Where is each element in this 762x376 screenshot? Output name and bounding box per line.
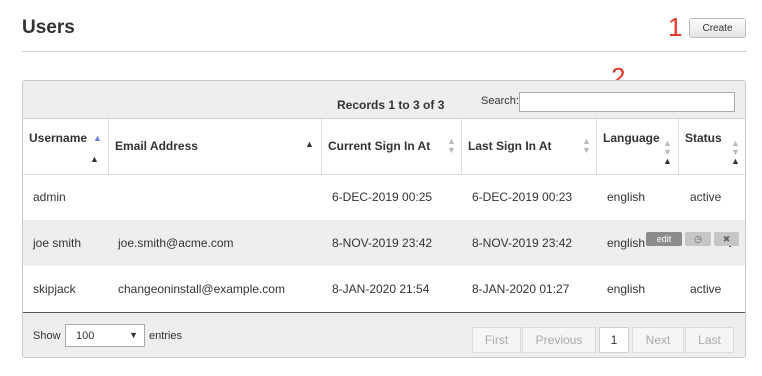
column-label: Email Address [115,139,198,153]
sort-asc-icon: ▲ [731,156,740,166]
entries-select[interactable]: 100 ▼ [65,324,145,347]
cell-username: admin [33,190,66,204]
cell-status: active [690,282,722,296]
entries-value: 100 [76,330,95,342]
sort-asc-icon: ▲ [663,156,672,166]
entries-label: entries [149,330,183,342]
column-header-username[interactable]: Username ▲ ▲ [23,119,109,174]
pagination-last[interactable]: Last [685,327,734,353]
close-icon[interactable]: ✖ [714,232,739,246]
annotation-1: 1 [668,12,683,42]
cell-language: english [607,190,646,204]
table-header: Username ▲ ▲ Email Address ▲ Current Sig… [23,119,745,175]
pagination-first[interactable]: First [472,327,521,353]
users-table-panel: Records 1 to 3 of 3 Search: Username ▲ ▲… [22,80,746,358]
cell-username: skipjack [33,282,76,296]
search-label: Search: [481,95,519,107]
cell-email: changeoninstall@example.com [118,282,285,296]
chevron-down-icon: ▼ [129,330,138,340]
cell-current-sign-in: 8-NOV-2019 23:42 [332,236,433,250]
page-title: Users [22,17,75,38]
cell-language: english [607,282,646,296]
cell-last-sign-in: 8-NOV-2019 23:42 [472,236,573,250]
column-label: Username [29,131,88,145]
sort-down-icon: ▼ [582,145,591,155]
sort-asc-icon: ▲ [90,154,99,164]
column-header-language[interactable]: Language ▲ ▼ ▲ [597,119,679,174]
create-button[interactable]: Create [689,18,746,38]
column-header-current-sign-in[interactable]: Current Sign In At ▲ ▼ [322,119,462,174]
sort-up-icon: ▲ [305,139,314,149]
cell-status: active [690,190,722,204]
cell-language: english [607,236,646,250]
column-header-email[interactable]: Email Address ▲ [109,119,322,174]
column-header-last-sign-in[interactable]: Last Sign In At ▲ ▼ [462,119,597,174]
edit-button[interactable]: edit [646,232,682,246]
column-label: Language [603,131,660,145]
search-input[interactable] [519,92,735,112]
table-footer: Show 100 ▼ entries First Previous 1 Next… [23,312,745,357]
title-divider [22,51,747,52]
records-count: Records 1 to 3 of 3 [337,98,445,112]
cell-current-sign-in: 8-JAN-2020 21:54 [332,282,430,296]
clock-icon[interactable]: ◷ [685,232,711,246]
sort-down-icon: ▼ [447,145,456,155]
column-label: Last Sign In At [468,139,552,153]
pagination-previous[interactable]: Previous [522,327,596,353]
cell-username: joe smith [33,236,82,250]
cell-email: joe.smith@acme.com [118,236,234,250]
show-label: Show [33,330,61,342]
cell-last-sign-in: 8-JAN-2020 01:27 [472,282,570,296]
cell-current-sign-in: 6-DEC-2019 00:25 [332,190,433,204]
table-toolbar: Records 1 to 3 of 3 Search: [23,81,745,119]
table-row[interactable]: admin 6-DEC-2019 00:25 6-DEC-2019 00:23 … [23,174,745,220]
sort-asc-active-icon: ▲ [93,133,102,143]
cell-last-sign-in: 6-DEC-2019 00:23 [472,190,573,204]
column-header-status[interactable]: Status ▲ ▼ ▲ [679,119,745,174]
column-label: Current Sign In At [328,139,431,153]
pagination-next[interactable]: Next [632,327,684,353]
pagination-page-1[interactable]: 1 [599,327,629,353]
column-label: Status [685,131,722,145]
table-row[interactable]: skipjack changeoninstall@example.com 8-J… [23,266,745,312]
table-row[interactable]: joe smith joe.smith@acme.com 8-NOV-2019 … [23,220,745,266]
